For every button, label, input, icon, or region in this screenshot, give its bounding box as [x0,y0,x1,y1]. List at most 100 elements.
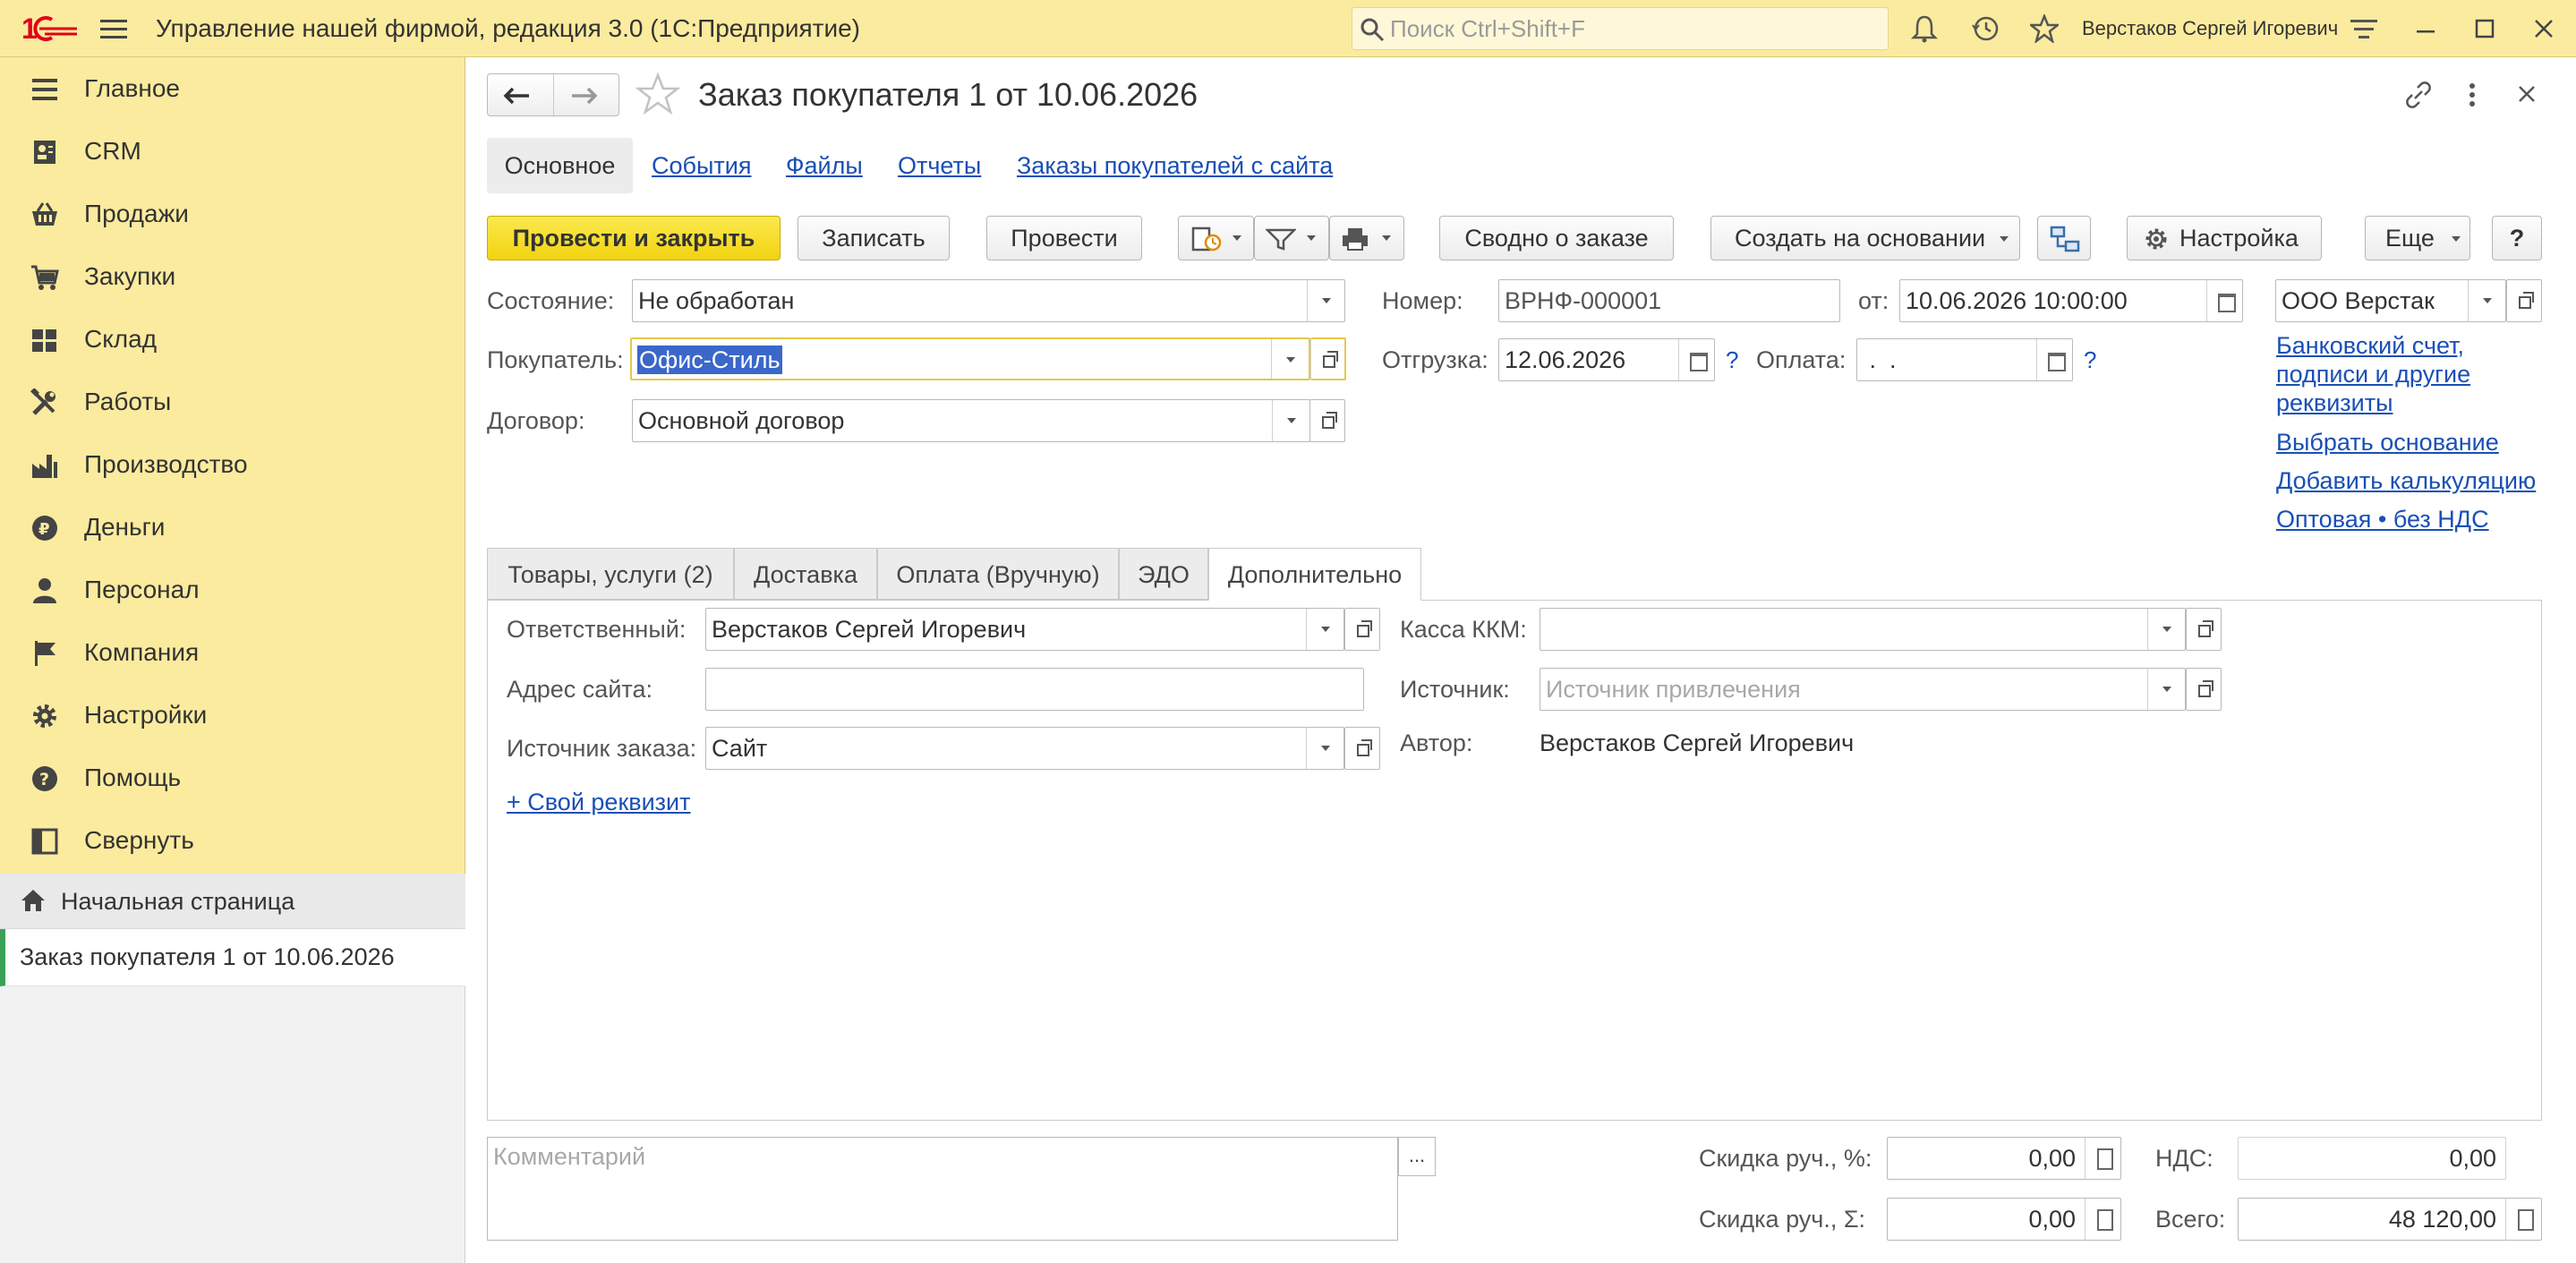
dropdown-arrow-icon[interactable] [2147,669,2185,710]
history-icon[interactable] [1971,14,2000,43]
sidebar-item-works[interactable]: Работы [0,371,465,433]
calculator-icon[interactable] [2085,1199,2120,1240]
post-and-close-button[interactable]: Провести и закрыть [487,216,780,260]
favorite-star-icon[interactable] [635,72,680,116]
dropdown-arrow-icon[interactable] [1307,280,1344,321]
payment-help-link[interactable]: ? [2084,338,2096,381]
create-from-template-button[interactable] [1178,216,1254,260]
tab-reports[interactable]: Отчеты [898,148,981,183]
bell-icon[interactable] [1910,14,1939,43]
source-open-button[interactable] [2186,668,2222,711]
tab-payment[interactable]: Оплата (Вручную) [877,548,1119,600]
source-select[interactable]: Источник привлечения [1540,668,2186,711]
link-icon[interactable] [2402,79,2435,111]
organization-select[interactable]: ООО Верстак [2275,279,2506,322]
post-button[interactable]: Провести [986,216,1142,260]
order-source-open-button[interactable] [1344,727,1380,770]
save-button[interactable]: Записать [798,216,950,260]
choose-basis-link[interactable]: Выбрать основание [2276,424,2499,460]
sidebar-item-collapse[interactable]: Свернуть [0,809,465,872]
kkm-select[interactable] [1540,608,2186,651]
close-form-icon[interactable] [2513,81,2540,107]
order-source-select[interactable]: Сайт [705,727,1344,770]
filter-button[interactable] [1254,216,1329,260]
sidebar-item-warehouse[interactable]: Склад [0,308,465,371]
sidebar-item-crm[interactable]: CRM [0,120,465,183]
shipment-help-link[interactable]: ? [1726,338,1738,381]
contract-select[interactable]: Основной договор [632,399,1310,442]
sidebar-item-help[interactable]: ? Помощь [0,747,465,809]
back-arrow-icon[interactable] [500,85,540,107]
bank-account-link[interactable]: Банковский счет, подписи и другие реквиз… [2276,331,2509,417]
calendar-icon[interactable] [2206,280,2242,321]
number-input[interactable]: ВРНФ-000001 [1498,279,1840,322]
comment-expand-button[interactable]: ... [1398,1137,1436,1176]
tab-goods-services[interactable]: Товары, услуги (2) [487,548,734,600]
sidebar-item-personnel[interactable]: Персонал [0,559,465,621]
maximize-icon[interactable] [2472,16,2497,41]
open-item-home[interactable]: Начальная страница [0,874,465,929]
shipment-date-input[interactable]: 12.06.2026 [1498,338,1715,381]
calculator-icon[interactable] [2505,1199,2541,1240]
dropdown-arrow-icon[interactable] [1272,400,1309,441]
kkm-open-button[interactable] [2186,608,2222,651]
payment-date-input[interactable]: . . [1856,338,2073,381]
sidebar-item-main[interactable]: Главное [0,57,465,120]
1c-logo-icon[interactable]: 1 [21,13,79,45]
responsible-select[interactable]: Верстаков Сергей Игоревич [705,608,1344,651]
tab-events[interactable]: События [652,148,751,183]
dropdown-arrow-icon[interactable] [2468,280,2505,321]
organization-open-button[interactable] [2506,279,2542,322]
minimize-icon[interactable] [2413,16,2438,41]
calendar-icon[interactable] [2036,339,2072,380]
print-button[interactable] [1329,216,1404,260]
calculator-icon[interactable] [2085,1138,2120,1179]
tab-files[interactable]: Файлы [786,148,863,183]
responsible-open-button[interactable] [1344,608,1380,651]
main-menu-icon[interactable] [100,18,127,39]
user-name[interactable]: Верстаков Сергей Игоревич [2082,0,2338,57]
discount-sum-input[interactable]: 0,00 [1887,1198,2121,1241]
date-input[interactable]: 10.06.2026 10:00:00 [1899,279,2243,322]
total-input[interactable]: 48 120,00 [2238,1198,2542,1241]
global-search-input[interactable]: Поиск Ctrl+Shift+F [1352,7,1889,50]
dropdown-arrow-icon[interactable] [2147,609,2185,650]
contract-open-button[interactable] [1309,399,1345,442]
comment-input[interactable]: Комментарий [487,1137,1398,1241]
close-window-icon[interactable] [2531,16,2556,41]
order-summary-button[interactable]: Сводно о заказе [1439,216,1674,260]
dropdown-arrow-icon[interactable] [1271,339,1309,379]
structure-button[interactable] [2037,216,2091,260]
favorites-star-icon[interactable] [2030,14,2059,43]
tab-main[interactable]: Основное [487,138,633,193]
more-actions-icon[interactable] [2461,79,2483,111]
tab-site-orders[interactable]: Заказы покупателей с сайта [1017,148,1333,183]
sidebar-item-purchases[interactable]: Закупки [0,245,465,308]
more-button[interactable]: Еще [2365,216,2470,260]
help-button[interactable]: ? [2492,216,2542,260]
dropdown-arrow-icon[interactable] [1306,728,1343,769]
dropdown-arrow-icon[interactable] [1306,609,1343,650]
sidebar-item-production[interactable]: Производство [0,433,465,496]
create-based-on-button[interactable]: Создать на основании [1710,216,2020,260]
site-address-input[interactable] [705,668,1364,711]
sidebar-item-company[interactable]: Компания [0,621,465,684]
buyer-select[interactable]: Офис-Стиль [630,337,1310,380]
sidebar-item-sales[interactable]: Продажи [0,183,465,245]
settings-button[interactable]: Настройка [2127,216,2322,260]
discount-pct-input[interactable]: 0,00 [1887,1137,2121,1180]
state-select[interactable]: Не обработан [632,279,1345,322]
price-kind-link[interactable]: Оптовая • без НДС [2276,501,2489,537]
forward-arrow-icon[interactable] [567,85,606,107]
sidebar-item-settings[interactable]: Настройки [0,684,465,747]
sidebar-item-money[interactable]: ₽ Деньги [0,496,465,559]
buyer-open-button[interactable] [1310,337,1346,380]
tab-additional[interactable]: Дополнительно [1208,548,1421,601]
open-item-document[interactable]: Заказ покупателя 1 от 10.06.2026 [0,929,465,986]
calendar-icon[interactable] [1678,339,1714,380]
settings-menu-icon[interactable] [2350,18,2377,41]
tab-delivery[interactable]: Доставка [734,548,877,600]
add-custom-attribute-link[interactable]: + Свой реквизит [507,784,691,820]
tab-edo[interactable]: ЭДО [1119,548,1208,600]
add-calculation-link[interactable]: Добавить калькуляцию [2276,463,2536,499]
